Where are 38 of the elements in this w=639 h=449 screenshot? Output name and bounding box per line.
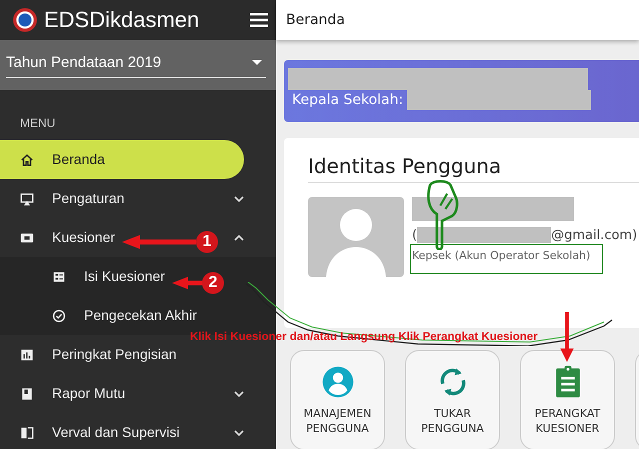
submenu-item[interactable]: Pengecekan Akhir xyxy=(0,307,197,324)
caret-icon xyxy=(252,60,262,65)
shortcut-tile[interactable]: PERANGKAT KUESIONER xyxy=(520,350,615,449)
banner-label: Kepala Sekolah: xyxy=(292,92,404,108)
sidebar-item[interactable]: Beranda xyxy=(0,140,244,179)
email-open: ( xyxy=(412,228,418,242)
chevron-icon[interactable] xyxy=(234,390,244,396)
chevron-icon[interactable] xyxy=(234,430,244,436)
chart-icon xyxy=(20,348,34,362)
shortcut-tile[interactable]: TUKAR PENGGUNA xyxy=(405,350,500,449)
sidebar-item[interactable]: Verval dan Supervisi xyxy=(0,424,180,441)
email-domain: @gmail.com) xyxy=(551,228,638,242)
chevron-icon[interactable] xyxy=(234,234,244,240)
card-title: Identitas Pengguna xyxy=(308,154,639,183)
avatar-icon xyxy=(308,197,404,277)
role-text: Kepsek (Akun Operator Sekolah) xyxy=(412,249,592,262)
home-icon xyxy=(20,152,34,166)
check-icon xyxy=(52,308,66,322)
sidebar-item[interactable]: Kuesioner xyxy=(0,229,116,246)
chevron-icon[interactable] xyxy=(234,196,244,202)
sidebar-item[interactable]: Pengaturan xyxy=(0,190,124,207)
page-title: Beranda xyxy=(286,12,345,28)
ticket-icon xyxy=(20,230,34,244)
shortcut-tile[interactable]: MANAJEMEN PENGGUNA xyxy=(290,350,385,449)
form-icon xyxy=(52,270,66,284)
app-title: EDSDikdasmen xyxy=(44,7,200,33)
sidebar-item[interactable]: Peringkat Pengisian xyxy=(0,346,177,363)
arrow xyxy=(560,312,574,362)
arrow xyxy=(172,276,204,290)
person-icon xyxy=(320,365,354,399)
book-icon xyxy=(20,386,34,400)
menu-heading: MENU xyxy=(19,115,56,132)
submenu-item[interactable]: Isi Kuesioner xyxy=(0,268,165,285)
monitor-icon xyxy=(20,192,34,206)
logo-icon xyxy=(12,7,38,33)
swap-icon xyxy=(20,426,34,440)
sidebar-item[interactable]: Rapor Mutu xyxy=(0,385,126,402)
menu-icon[interactable] xyxy=(250,13,268,27)
